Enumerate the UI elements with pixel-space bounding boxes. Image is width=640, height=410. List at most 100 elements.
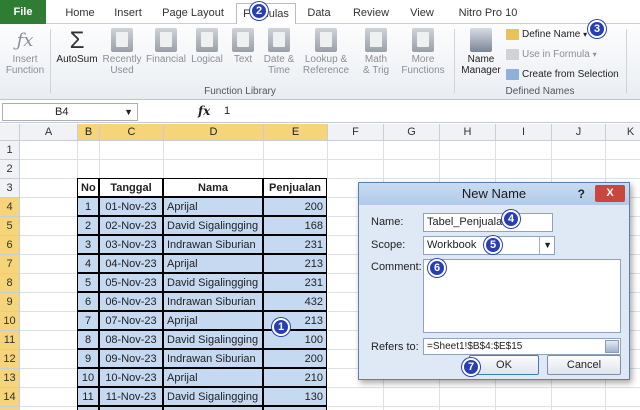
tab-data[interactable]: Data [302, 3, 336, 24]
cell-j2[interactable] [552, 160, 606, 179]
table-cell[interactable]: 200 [263, 349, 327, 368]
name-box[interactable]: B4 ▼ [2, 103, 138, 121]
cell-j14[interactable] [552, 388, 606, 407]
cell-a4[interactable] [20, 198, 78, 217]
cell-a14[interactable] [20, 388, 78, 407]
cell-k14[interactable] [606, 388, 640, 407]
column-header-e[interactable]: E [264, 124, 328, 141]
table-cell[interactable]: 10 [77, 368, 99, 387]
table-cell[interactable]: 231 [263, 273, 327, 292]
cell-a9[interactable] [20, 293, 78, 312]
create-from-selection-button[interactable]: Create from Selection [506, 69, 619, 81]
cell-g14[interactable] [384, 388, 440, 407]
cell-k2[interactable] [606, 160, 640, 179]
table-cell[interactable]: 1 [77, 197, 99, 216]
tab-page-layout[interactable]: Page Layout [158, 3, 228, 24]
table-cell[interactable]: 09-Nov-23 [99, 349, 163, 368]
table-cell[interactable]: 200 [263, 197, 327, 216]
row-header-5[interactable]: 5 [0, 217, 20, 236]
table-cell[interactable]: 6 [77, 292, 99, 311]
table-header-cell[interactable]: No [77, 178, 99, 197]
cell-e1[interactable] [264, 141, 328, 160]
column-header-h[interactable]: H [440, 124, 496, 141]
column-header-b[interactable]: B [78, 124, 100, 141]
table-cell[interactable]: 7 [77, 311, 99, 330]
table-cell[interactable]: 5 [77, 273, 99, 292]
row-header-9[interactable]: 9 [0, 293, 20, 312]
table-cell[interactable]: 213 [263, 254, 327, 273]
cell-c2[interactable] [100, 160, 164, 179]
column-header-d[interactable]: D [164, 124, 264, 141]
use-in-formula-button[interactable]: Use in Formula ▾ [506, 49, 597, 61]
name-input[interactable]: Tabel_Penjualan [423, 213, 553, 232]
cell-i2[interactable] [496, 160, 552, 179]
table-cell[interactable]: 03-Nov-23 [99, 235, 163, 254]
row-header-1[interactable]: 1 [0, 141, 20, 160]
table-cell[interactable]: 4 [77, 254, 99, 273]
row-header-14[interactable]: 14 [0, 388, 20, 407]
row-header-3[interactable]: 3 [0, 179, 20, 198]
date-time-button[interactable]: Date & Time [260, 28, 298, 76]
name-manager-button[interactable]: Name Manager [458, 28, 504, 76]
table-cell[interactable]: Indrawan Siburian [163, 292, 263, 311]
cell-a12[interactable] [20, 350, 78, 369]
autosum-button[interactable]: Σ AutoSum [54, 28, 100, 66]
table-cell[interactable]: 432 [263, 292, 327, 311]
cell-b1[interactable] [78, 141, 100, 160]
define-name-button[interactable]: Define Name ▾ [506, 29, 587, 41]
row-header-4[interactable]: 4 [0, 198, 20, 217]
cell-i14[interactable] [496, 388, 552, 407]
table-cell[interactable]: 04-Nov-23 [99, 254, 163, 273]
cell-d2[interactable] [164, 160, 264, 179]
cell-a13[interactable] [20, 369, 78, 388]
financial-button[interactable]: Financial [144, 28, 188, 65]
table-cell[interactable]: 02-Nov-23 [99, 216, 163, 235]
logical-button[interactable]: Logical [188, 28, 226, 65]
cell-a3[interactable] [20, 179, 78, 198]
cell-a5[interactable] [20, 217, 78, 236]
table-cell[interactable]: 9 [77, 349, 99, 368]
table-cell[interactable]: 12 [77, 406, 99, 410]
table-cell[interactable]: 07-Nov-23 [99, 311, 163, 330]
table-cell[interactable]: Aprijal [163, 311, 263, 330]
math-trig-button[interactable]: Math & Trig [354, 28, 398, 76]
table-cell[interactable]: 12-Nov-23 [99, 406, 163, 410]
cell-j1[interactable] [552, 141, 606, 160]
cell-e2[interactable] [264, 160, 328, 179]
tab-review[interactable]: Review [348, 3, 394, 24]
formula-input[interactable]: 1 [224, 105, 230, 117]
cell-h14[interactable] [440, 388, 496, 407]
table-cell[interactable]: 08-Nov-23 [99, 330, 163, 349]
cell-a11[interactable] [20, 331, 78, 350]
table-cell[interactable]: Indrawan Siburian [163, 235, 263, 254]
column-header-i[interactable]: I [496, 124, 552, 141]
table-cell[interactable]: 203 [263, 406, 327, 410]
table-cell[interactable]: 100 [263, 330, 327, 349]
close-button[interactable]: X [595, 185, 625, 202]
row-header-7[interactable]: 7 [0, 255, 20, 274]
column-header-k[interactable]: K [606, 124, 640, 141]
cell-k1[interactable] [606, 141, 640, 160]
row-header-8[interactable]: 8 [0, 274, 20, 293]
cell-a6[interactable] [20, 236, 78, 255]
cell-f2[interactable] [328, 160, 384, 179]
table-cell[interactable]: Aprijal [163, 197, 263, 216]
row-header-10[interactable]: 10 [0, 312, 20, 331]
column-header-c[interactable]: C [100, 124, 164, 141]
table-cell[interactable]: 168 [263, 216, 327, 235]
fx-icon[interactable]: fx [198, 104, 210, 118]
row-header-6[interactable]: 6 [0, 236, 20, 255]
cell-a1[interactable] [20, 141, 78, 160]
cell-f1[interactable] [328, 141, 384, 160]
table-cell[interactable]: Aprijal [163, 254, 263, 273]
tab-insert[interactable]: Insert [108, 3, 148, 24]
insert-function-button[interactable]: ƒx Insert Function [2, 28, 48, 76]
table-cell[interactable]: 01-Nov-23 [99, 197, 163, 216]
row-header-11[interactable]: 11 [0, 331, 20, 350]
table-cell[interactable]: 11 [77, 387, 99, 406]
cancel-button[interactable]: Cancel [547, 355, 621, 375]
table-header-cell[interactable]: Penjualan [263, 178, 327, 197]
cell-b2[interactable] [78, 160, 100, 179]
column-header-j[interactable]: J [552, 124, 606, 141]
select-all-corner[interactable] [0, 124, 20, 141]
